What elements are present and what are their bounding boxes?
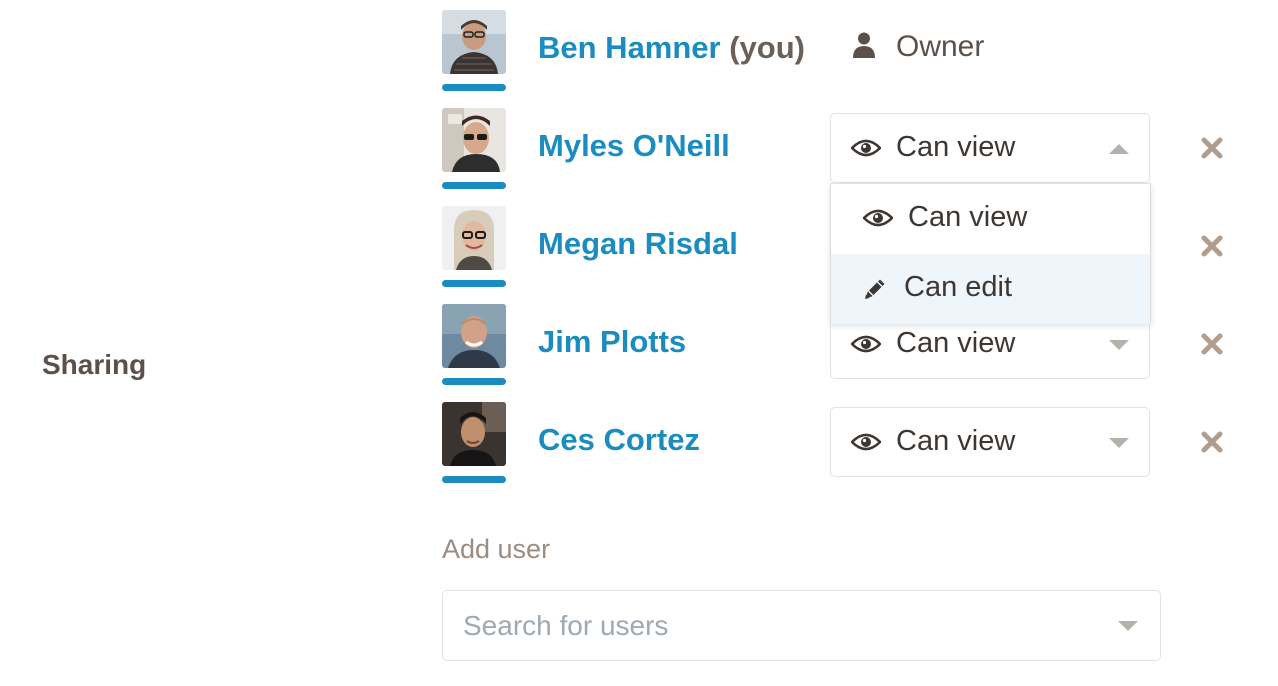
collaborator-row: Ces Cortez Can view	[442, 402, 1262, 486]
search-input[interactable]	[463, 607, 1083, 645]
option-can-edit[interactable]: Can edit	[831, 254, 1150, 324]
avatar[interactable]	[442, 402, 506, 466]
collaborator-name[interactable]: Jim Plotts	[538, 324, 686, 360]
avatar-photo	[442, 402, 506, 466]
permission-select[interactable]: Can view	[830, 113, 1150, 183]
permission-select[interactable]: Can view	[830, 407, 1150, 477]
owner-role-label: Owner	[896, 30, 985, 63]
collaborator-name[interactable]: Megan Risdal	[538, 226, 738, 262]
person-icon	[853, 32, 875, 58]
tier-bar	[442, 280, 506, 287]
owner-name-text[interactable]: Ben Hamner	[538, 30, 721, 65]
close-icon[interactable]	[1200, 332, 1224, 356]
eye-icon	[863, 209, 893, 227]
tier-bar	[442, 378, 506, 385]
avatar[interactable]	[442, 10, 506, 74]
collaborator-name[interactable]: Myles O'Neill	[538, 128, 730, 164]
owner-name[interactable]: Ben Hamner (you)	[538, 30, 805, 66]
option-label: Can edit	[904, 271, 1013, 303]
you-tag: (you)	[729, 30, 805, 65]
tier-bar	[442, 84, 506, 91]
chevron-up-icon[interactable]	[1109, 144, 1129, 154]
owner-row: Ben Hamner (you) Owner	[442, 10, 1262, 94]
permission-value: Can view	[896, 327, 1016, 359]
collaborator-name[interactable]: Ces Cortez	[538, 422, 700, 458]
option-label: Can view	[908, 201, 1028, 233]
owner-role: Owner	[852, 30, 984, 64]
pencil-icon	[865, 279, 885, 299]
sharing-section-label: Sharing	[42, 349, 147, 380]
close-icon[interactable]	[1200, 234, 1224, 258]
permission-dropdown-menu: Can view Can edit	[830, 183, 1151, 324]
avatar[interactable]	[442, 206, 506, 270]
avatar[interactable]	[442, 304, 506, 368]
user-search-select[interactable]	[442, 590, 1161, 661]
avatar-photo	[442, 108, 506, 172]
collaborator-row: Myles O'Neill Can view	[442, 108, 1262, 192]
chevron-down-icon[interactable]	[1109, 438, 1129, 448]
avatar-photo	[442, 304, 506, 368]
chevron-down-icon[interactable]	[1118, 621, 1138, 631]
eye-icon	[851, 433, 881, 451]
chevron-down-icon[interactable]	[1109, 340, 1129, 350]
add-user-label: Add user	[442, 534, 551, 564]
tier-bar	[442, 476, 506, 483]
avatar-photo	[442, 206, 506, 270]
eye-icon	[851, 335, 881, 353]
eye-icon	[851, 139, 881, 157]
avatar-photo	[442, 10, 506, 74]
close-icon[interactable]	[1200, 430, 1224, 454]
permission-value: Can view	[896, 131, 1016, 163]
option-can-view[interactable]: Can view	[831, 184, 1150, 254]
tier-bar	[442, 182, 506, 189]
close-icon[interactable]	[1200, 136, 1224, 160]
permission-value: Can view	[896, 425, 1016, 457]
avatar[interactable]	[442, 108, 506, 172]
